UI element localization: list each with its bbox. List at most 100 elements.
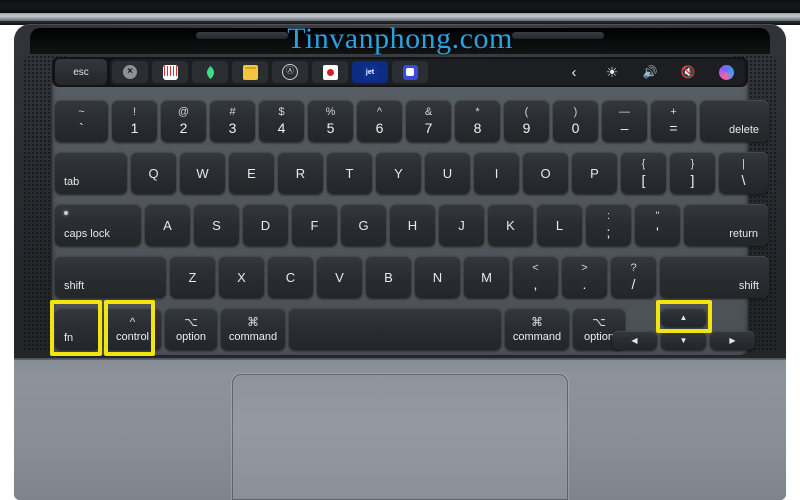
striped-app-icon-glyph	[162, 64, 178, 80]
circled-a-icon[interactable]: Ⓐ	[272, 61, 308, 83]
key-h[interactable]: H	[390, 204, 435, 246]
key-legend-shifted: —	[619, 106, 630, 118]
arrow-glyph: ▼	[679, 336, 688, 345]
key-modifier-symbol: ⌘	[531, 314, 543, 329]
key-return[interactable]: return	[684, 204, 768, 246]
key-control[interactable]: ^ control	[104, 308, 161, 350]
key-m[interactable]: M	[464, 256, 509, 298]
key-4[interactable]: $4	[259, 100, 304, 142]
key-label: K	[506, 217, 515, 233]
key-legend-base: 5	[326, 120, 335, 136]
key-space[interactable]	[289, 308, 501, 350]
key-semicolon[interactable]: :;	[586, 204, 631, 246]
key-label: E	[247, 165, 256, 181]
key-comma[interactable]: <,	[513, 256, 558, 298]
key-5[interactable]: % 5	[308, 100, 353, 142]
key-quote[interactable]: " '	[635, 204, 680, 246]
key-fn[interactable]: fn	[55, 308, 100, 350]
trackpad[interactable]	[232, 374, 568, 500]
key-tab[interactable]: tab	[55, 152, 127, 194]
key-arrow-down[interactable]: ▼	[661, 331, 706, 350]
key-l[interactable]: L	[537, 204, 582, 246]
key-label: N	[432, 269, 443, 285]
record-dot-icon[interactable]	[312, 61, 348, 83]
key-period[interactable]: >.	[562, 256, 607, 298]
chevron-left-icon[interactable]: ‹	[556, 61, 592, 83]
key-label: G	[358, 217, 369, 233]
key-label: tab	[64, 176, 80, 188]
blue-app-icon[interactable]	[392, 61, 428, 83]
key-w[interactable]: W	[180, 152, 225, 194]
key-delete[interactable]: delete	[700, 100, 769, 142]
key-equals[interactable]: + =	[651, 100, 696, 142]
key-label: D	[260, 217, 271, 233]
key-2[interactable]: @2	[161, 100, 206, 142]
key-backslash[interactable]: | \	[719, 152, 768, 194]
brightness-icon[interactable]: ☀	[594, 61, 630, 83]
key-u[interactable]: U	[425, 152, 470, 194]
key-3[interactable]: #3	[210, 100, 255, 142]
touch-bar[interactable]: esc × Ⓐ jet ‹ ☀ 🔊 🔇	[52, 57, 748, 87]
key-label: return	[729, 228, 758, 240]
key-label: B	[384, 269, 393, 285]
key-7[interactable]: & 7	[406, 100, 451, 142]
key-a[interactable]: A	[145, 204, 190, 246]
key-c[interactable]: C	[268, 256, 313, 298]
key-k[interactable]: K	[488, 204, 533, 246]
key-z[interactable]: Z	[170, 256, 215, 298]
key-modifier-label: command	[512, 330, 562, 343]
mute-icon[interactable]: 🔇	[670, 61, 706, 83]
key-caps-lock[interactable]: caps lock	[55, 204, 141, 246]
key-d[interactable]: D	[243, 204, 288, 246]
key-arrow-up[interactable]: ▲	[661, 308, 706, 327]
key-p[interactable]: P	[572, 152, 617, 194]
key-legend-shifted: $	[278, 106, 285, 118]
key-command-right[interactable]: ⌘ command	[505, 308, 569, 350]
key-v[interactable]: V	[317, 256, 362, 298]
key-label: R	[295, 165, 306, 181]
jet-app-icon[interactable]: jet	[352, 61, 388, 83]
key-o[interactable]: O	[523, 152, 568, 194]
key-label: A	[163, 217, 172, 233]
key-r[interactable]: R	[278, 152, 323, 194]
key-slash[interactable]: ? /	[611, 256, 656, 298]
key-shift-right[interactable]: shift	[660, 256, 769, 298]
key-n[interactable]: N	[415, 256, 460, 298]
key-e[interactable]: E	[229, 152, 274, 194]
key-label: Y	[394, 165, 403, 181]
key-bracket-right[interactable]: }]	[670, 152, 715, 194]
key-bracket-left[interactable]: {[	[621, 152, 666, 194]
volume-up-icon[interactable]: 🔊	[632, 61, 668, 83]
key-y[interactable]: Y	[376, 152, 421, 194]
siri-icon[interactable]	[708, 61, 744, 83]
key-f[interactable]: F	[292, 204, 337, 246]
key-b[interactable]: B	[366, 256, 411, 298]
key-s[interactable]: S	[194, 204, 239, 246]
green-leaf-icon[interactable]	[192, 61, 228, 83]
key-6[interactable]: ^ 6	[357, 100, 402, 142]
key-label: L	[555, 217, 564, 233]
key-0[interactable]: ) 0	[553, 100, 598, 142]
key-label: U	[442, 165, 453, 181]
key-q[interactable]: Q	[131, 152, 176, 194]
key-shift-left[interactable]: shift	[55, 256, 166, 298]
key-t[interactable]: T	[327, 152, 372, 194]
key-arrow-right[interactable]: ▶	[710, 331, 755, 350]
striped-app-icon[interactable]	[152, 61, 188, 83]
key-option-left[interactable]: ⌥ option	[165, 308, 217, 350]
key-label: caps lock	[64, 228, 110, 240]
key-i[interactable]: I	[474, 152, 519, 194]
key-g[interactable]: G	[341, 204, 386, 246]
key-1[interactable]: ! 1	[112, 100, 157, 142]
key-x[interactable]: X	[219, 256, 264, 298]
key-command-left[interactable]: ⌘ command	[221, 308, 285, 350]
touchbar-esc-button[interactable]: esc	[55, 59, 107, 85]
key-arrow-left[interactable]: ◀	[612, 331, 657, 350]
yellow-note-icon[interactable]	[232, 61, 268, 83]
key-9[interactable]: (9	[504, 100, 549, 142]
close-icon[interactable]: ×	[112, 61, 148, 83]
key-8[interactable]: * 8	[455, 100, 500, 142]
key-j[interactable]: J	[439, 204, 484, 246]
key-minus[interactable]: — –	[602, 100, 647, 142]
key-tilde[interactable]: ~ `	[55, 100, 108, 142]
